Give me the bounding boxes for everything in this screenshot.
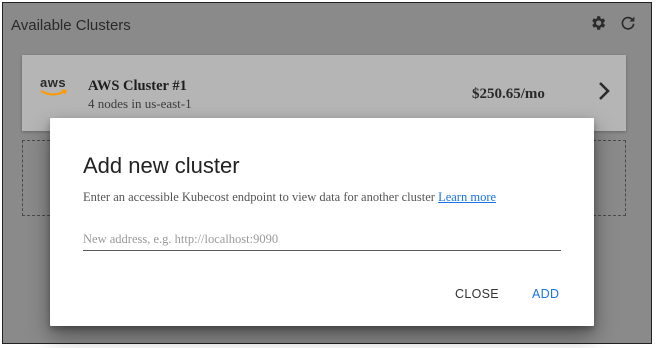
dialog-description-text: Enter an accessible Kubecost endpoint to… xyxy=(83,190,435,204)
panel-header: Available Clusters xyxy=(3,3,651,47)
add-button[interactable]: ADD xyxy=(528,285,563,303)
close-button[interactable]: CLOSE xyxy=(451,285,503,303)
dialog-description: Enter an accessible Kubecost endpoint to… xyxy=(83,190,496,205)
settings-gear-icon[interactable] xyxy=(587,12,609,34)
chevron-right-icon[interactable] xyxy=(598,81,610,101)
aws-smile-icon xyxy=(40,89,68,96)
cluster-details: 4 nodes in us-east-1 xyxy=(88,96,192,111)
dialog-title: Add new cluster xyxy=(83,153,240,178)
add-cluster-dialog: Add new cluster Enter an accessible Kube… xyxy=(50,118,594,326)
header-actions xyxy=(587,12,639,34)
cluster-name: AWS Cluster #1 xyxy=(88,78,187,94)
refresh-icon[interactable] xyxy=(617,12,639,34)
aws-logo-icon: aws xyxy=(40,75,67,90)
address-input[interactable] xyxy=(83,228,561,251)
learn-more-link[interactable]: Learn more xyxy=(438,190,496,204)
cluster-cost: $250.65/mo xyxy=(472,86,545,102)
panel-title: Available Clusters xyxy=(11,17,131,34)
